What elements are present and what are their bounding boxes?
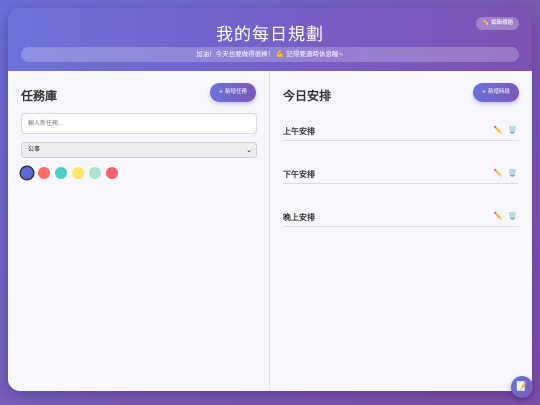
page-title: 我的每日規劃 — [216, 25, 324, 45]
slot-label: 晚上安排 — [283, 213, 315, 222]
color-swatch[interactable] — [55, 167, 67, 179]
task-pool-title: 任務庫 — [21, 89, 58, 103]
slot-morning: 上午安排 ✏️ 🗑️ — [283, 125, 519, 141]
edit-title-button[interactable]: ✏️ 編輯標題 — [476, 17, 519, 30]
category-select-value: 公事 — [28, 146, 41, 153]
slot-label: 上午安排 — [283, 127, 315, 136]
trash-icon[interactable]: 🗑️ — [508, 169, 517, 177]
trash-icon[interactable]: 🗑️ — [508, 212, 517, 220]
task-input[interactable] — [21, 113, 257, 134]
trash-icon[interactable]: 🗑️ — [508, 126, 517, 134]
notepad-icon[interactable]: 📝 — [511, 376, 533, 398]
slot-evening: 晚上安排 ✏️ 🗑️ — [283, 211, 519, 227]
pencil-icon[interactable]: ✏️ — [494, 212, 503, 220]
pencil-icon[interactable]: ✏️ — [494, 126, 503, 134]
schedule-title: 今日安排 — [283, 89, 332, 103]
add-task-button[interactable]: + 新增任務 — [209, 83, 256, 102]
task-pool-panel: 任務庫 + 新增任務 公事 ⌄ — [8, 71, 270, 391]
color-swatch[interactable] — [106, 167, 118, 179]
header: 我的每日規劃 ✏️ 編輯標題 加油！今天也要做得很棒！ 💪 記得要適時休息喔~ — [8, 8, 532, 71]
schedule-panel: 今日安排 + 新增時段 上午安排 ✏️ 🗑️ 下午安排 ✏️ 🗑️ 晚上安排 ✏… — [270, 71, 532, 391]
pencil-icon[interactable]: ✏️ — [494, 169, 503, 177]
color-swatch[interactable] — [89, 167, 101, 179]
planner-card: 我的每日規劃 ✏️ 編輯標題 加油！今天也要做得很棒！ 💪 記得要適時休息喔~ … — [8, 8, 532, 391]
add-slot-button[interactable]: + 新增時段 — [472, 83, 519, 102]
slot-label: 下午安排 — [283, 170, 315, 179]
color-picker — [21, 167, 118, 179]
slot-afternoon: 下午安排 ✏️ 🗑️ — [283, 168, 519, 184]
color-swatch[interactable] — [38, 167, 50, 179]
motto-banner: 加油！今天也要做得很棒！ 💪 記得要適時休息喔~ — [21, 47, 519, 62]
category-select[interactable]: 公事 ⌄ — [21, 142, 257, 158]
chevron-down-icon: ⌄ — [246, 146, 252, 154]
color-swatch[interactable] — [21, 167, 33, 179]
main-body: 任務庫 + 新增任務 公事 ⌄ 今日安排 + 新增時段 上午安排 ✏️ 🗑️ 下… — [8, 71, 532, 391]
color-swatch[interactable] — [72, 167, 84, 179]
